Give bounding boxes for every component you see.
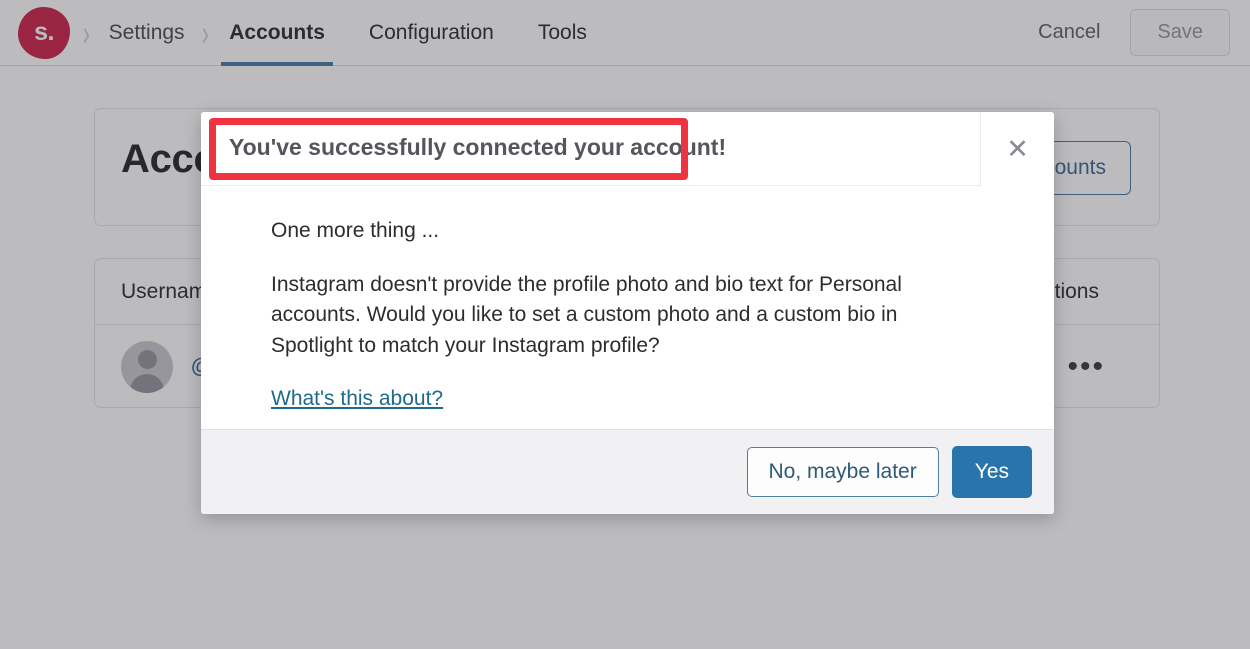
modal-header: You've successfully connected your accou…	[201, 112, 1054, 186]
modal-intro-text: One more thing ...	[271, 219, 440, 242]
success-modal: You've successfully connected your accou…	[201, 112, 1054, 514]
yes-button[interactable]: Yes	[951, 446, 1032, 498]
app-root: s. › Settings › Accounts Configuration T…	[0, 0, 1250, 649]
modal-body-text: Instagram doesn't provide the profile ph…	[271, 272, 902, 357]
title-highlight-annotation	[209, 118, 688, 180]
close-icon: ✕	[1006, 133, 1029, 164]
modal-footer: No, maybe later Yes	[201, 429, 1054, 514]
close-button[interactable]: ✕	[980, 112, 1054, 186]
whats-this-about-link[interactable]: What's this about?	[271, 387, 443, 411]
no-maybe-later-button[interactable]: No, maybe later	[746, 447, 939, 497]
modal-body: One more thing ... Instagram doesn't pro…	[201, 186, 1054, 429]
